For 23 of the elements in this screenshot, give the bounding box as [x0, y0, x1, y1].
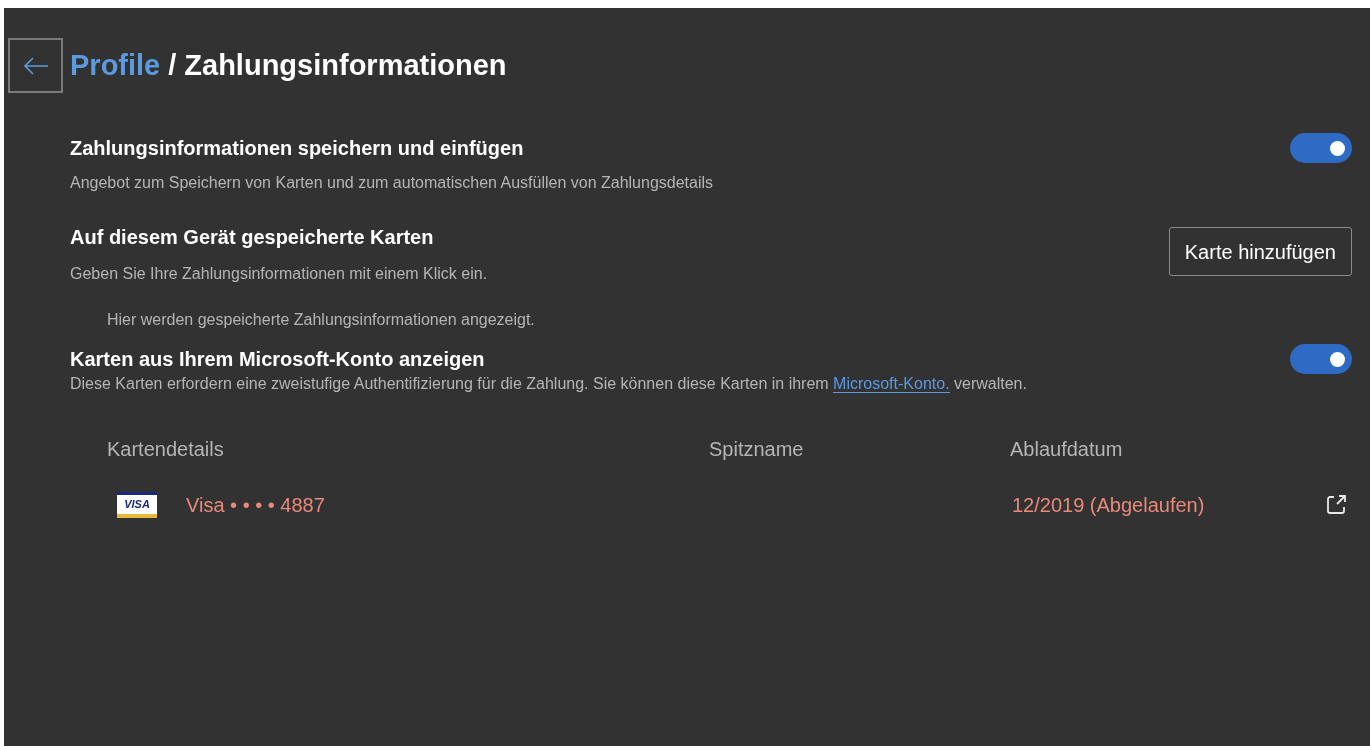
setting-description: Angebot zum Speichern von Karten und zum automatischen Ausfüllen von Zahlungsdetails — [70, 173, 714, 193]
setting-title: Karten aus Ihrem Microsoft-Konto anzeigen — [70, 347, 485, 372]
add-card-button[interactable]: Karte hinzufügen — [1168, 227, 1352, 276]
back-arrow-icon — [22, 55, 49, 76]
card-number: Visa • • • • 4887 — [186, 493, 325, 518]
back-button[interactable] — [8, 38, 63, 93]
section-description: Geben Sie Ihre Zahlungsinformationen mit einem Klick ein. — [70, 264, 488, 284]
toggle-switch[interactable] — [1290, 133, 1352, 163]
column-header: Kartendetails — [107, 437, 225, 462]
page-title: Zahlungsinformationen — [184, 47, 507, 83]
toggle-switch[interactable] — [1290, 344, 1352, 374]
card-brand-logo: VISA — [117, 492, 157, 518]
column-header: Ablaufdatum — [1010, 437, 1124, 462]
setting-description: Diese Karten erfordern eine zweistufige Authentifizierung für die Zahlung. Sie können diese Karten in ihrem Microsoft-Konto. verwalten. — [70, 374, 1028, 395]
expiry-date: 12/2019 (Abgelaufen) — [1012, 493, 1205, 518]
profile-link[interactable]: Profile — [70, 43, 161, 88]
section-title: Auf diesem Gerät gespeicherte Karten — [70, 225, 435, 250]
setting-title: Zahlungsinformationen speichern und einfügen — [70, 136, 525, 161]
breadcrumb-separator: / — [168, 47, 177, 83]
external-link-icon[interactable] — [1325, 494, 1347, 516]
account-link[interactable]: Microsoft-Konto. — [833, 375, 950, 393]
column-header: Spitzname — [709, 437, 805, 462]
empty-message: Hier werden gespeicherte Zahlungsinformationen angezeigt. — [107, 310, 536, 330]
